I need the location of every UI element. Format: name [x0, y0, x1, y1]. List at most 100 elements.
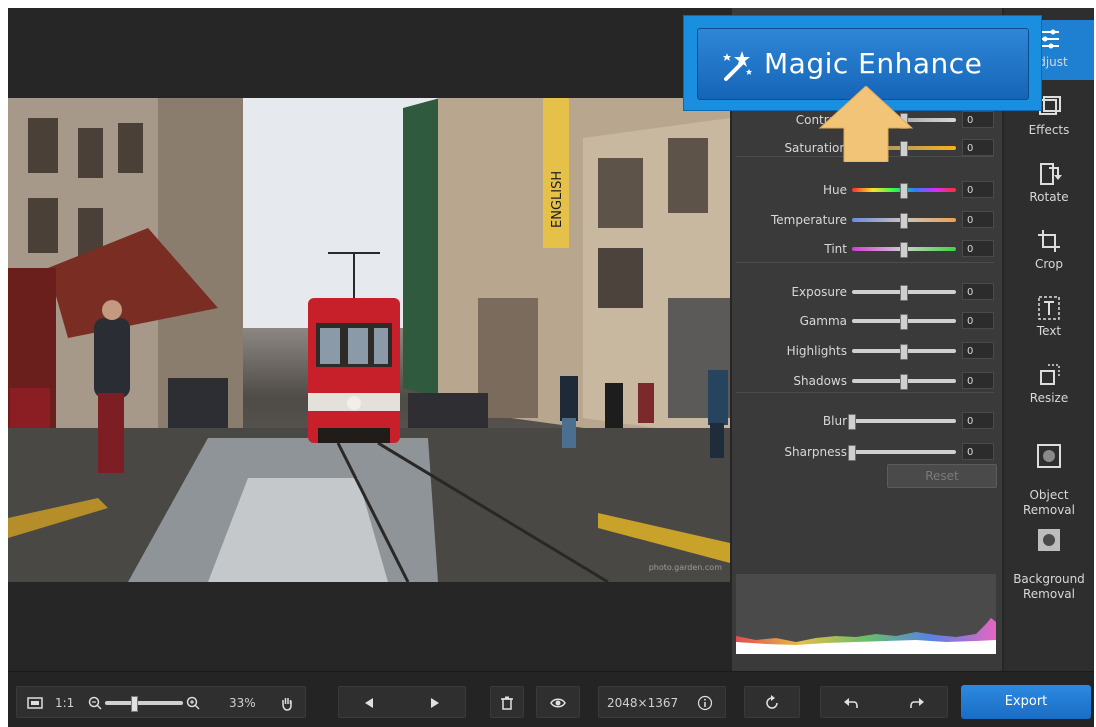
- slider-value-input[interactable]: 0: [962, 111, 994, 128]
- slider-label: Temperature: [770, 213, 847, 227]
- slider-sharpness: Sharpness 0: [732, 443, 1002, 461]
- slider-value-input[interactable]: 0: [962, 443, 994, 460]
- delete-button[interactable]: [490, 686, 524, 718]
- compare-button[interactable]: [536, 686, 580, 718]
- slider-value-input[interactable]: 0: [962, 240, 994, 257]
- tool-resize-label: Resize: [1029, 391, 1069, 405]
- slider-label: Hue: [822, 183, 847, 197]
- slider-thumb[interactable]: [848, 445, 856, 461]
- slider-thumb[interactable]: [900, 183, 908, 199]
- slider-track[interactable]: [852, 285, 956, 301]
- slider-thumb[interactable]: [848, 414, 856, 430]
- refresh-icon: [766, 695, 778, 709]
- tool-background-removal-label: Background Removal: [1013, 572, 1085, 601]
- slider-label: Exposure: [791, 285, 847, 299]
- slider-thumb[interactable]: [900, 242, 908, 258]
- histogram: [736, 574, 996, 654]
- street-photo: ENGLISH: [8, 98, 730, 582]
- fit-screen-icon[interactable]: [27, 695, 43, 711]
- slider-thumb[interactable]: [900, 344, 908, 360]
- slider-label: Sharpness: [784, 445, 847, 459]
- slider-value-input[interactable]: 0: [962, 211, 994, 228]
- zoom-out-icon[interactable]: [87, 695, 103, 711]
- zoom-slider[interactable]: [105, 696, 183, 712]
- text-icon: [1038, 296, 1060, 320]
- slider-track[interactable]: [852, 344, 956, 360]
- tool-resize[interactable]: Resize: [1004, 362, 1094, 405]
- slider-highlights: Highlights 0: [732, 342, 1002, 360]
- slider-label: Shadows: [793, 374, 847, 388]
- export-button[interactable]: Export: [961, 685, 1091, 719]
- slider-track[interactable]: [852, 213, 956, 229]
- image-dimensions: 2048×1367: [607, 696, 679, 710]
- history-controls: [820, 686, 948, 718]
- background-removal-icon: [1038, 529, 1060, 551]
- actual-size-button[interactable]: 1:1: [55, 687, 74, 719]
- resize-icon: [1040, 364, 1060, 385]
- slider-value-input[interactable]: 0: [962, 312, 994, 329]
- slider-value-input[interactable]: 0: [962, 372, 994, 389]
- navigation-controls: [338, 686, 466, 718]
- photo-preview[interactable]: ENGLISH photo.garden.com: [8, 98, 730, 582]
- slider-label: Gamma: [799, 314, 847, 328]
- slider-thumb[interactable]: [900, 285, 908, 301]
- slider-value-input[interactable]: 0: [962, 283, 994, 300]
- divider: [736, 262, 994, 263]
- slider-value-input[interactable]: 0: [962, 412, 994, 429]
- trash-icon: [501, 696, 513, 710]
- slider-track[interactable]: [848, 445, 956, 461]
- slider-label: Highlights: [786, 344, 847, 358]
- slider-track[interactable]: [848, 414, 956, 430]
- magic-enhance-label: Magic Enhance: [764, 47, 983, 80]
- slider-value-input[interactable]: 0: [962, 181, 994, 198]
- tool-object-removal[interactable]: Object Removal: [1004, 429, 1094, 518]
- slider-label: Blur: [822, 414, 847, 428]
- magic-wand-icon: [723, 51, 752, 81]
- redo-icon[interactable]: [909, 695, 925, 711]
- zoom-slider-thumb[interactable]: [130, 696, 138, 712]
- slider-track[interactable]: [852, 374, 956, 390]
- undo-icon[interactable]: [843, 695, 859, 711]
- slider-track[interactable]: [852, 314, 956, 330]
- photo-editor-window: ENGLISH photo.garden.com Contrast 0 Satu…: [8, 8, 1094, 727]
- canvas-area: ENGLISH photo.garden.com: [8, 8, 732, 671]
- slider-temperature: Temperature 0: [732, 211, 1002, 229]
- slider-value-input[interactable]: 0: [962, 139, 994, 156]
- tool-crop[interactable]: Crop: [1004, 228, 1094, 271]
- slider-label: Tint: [824, 242, 847, 256]
- shop-sign: ENGLISH: [550, 171, 565, 228]
- pointer-arrow: [818, 86, 914, 162]
- slider-value-input[interactable]: 0: [962, 342, 994, 359]
- crop-icon: [1038, 230, 1060, 252]
- divider: [736, 392, 994, 393]
- bottom-toolbar: 1:1 33% 2048×1367 Export: [8, 671, 1094, 727]
- slider-tint: Tint 0: [732, 240, 1002, 258]
- tool-text[interactable]: Text: [1004, 295, 1094, 338]
- hand-pan-icon[interactable]: [279, 695, 295, 711]
- slider-track[interactable]: [852, 242, 956, 258]
- slider-thumb[interactable]: [900, 213, 908, 229]
- reset-image-button[interactable]: [744, 686, 800, 718]
- info-icon[interactable]: [697, 695, 713, 711]
- slider-thumb[interactable]: [900, 374, 908, 390]
- eye-icon: [550, 698, 566, 708]
- previous-image-icon[interactable]: [361, 695, 377, 711]
- slider-thumb[interactable]: [900, 314, 908, 330]
- next-image-icon[interactable]: [427, 695, 443, 711]
- tool-rotate[interactable]: Rotate: [1004, 161, 1094, 204]
- slider-exposure: Exposure 0: [732, 283, 1002, 301]
- slider-hue: Hue 0: [732, 181, 1002, 199]
- tool-rotate-label: Rotate: [1029, 190, 1069, 204]
- slider-gamma: Gamma 0: [732, 312, 1002, 330]
- tool-background-removal[interactable]: Background Removal: [1004, 513, 1094, 602]
- tool-effects-label: Effects: [1028, 123, 1070, 137]
- slider-track[interactable]: [852, 183, 956, 199]
- rotate-icon: [1040, 163, 1062, 185]
- tool-text-label: Text: [1036, 324, 1062, 338]
- reset-button[interactable]: Reset: [887, 464, 997, 488]
- zoom-percent: 33%: [229, 696, 256, 710]
- zoom-controls: 1:1 33%: [16, 686, 306, 718]
- slider-blur: Blur 0: [732, 412, 1002, 430]
- object-removal-icon: [1037, 444, 1061, 468]
- zoom-in-icon[interactable]: [185, 695, 201, 711]
